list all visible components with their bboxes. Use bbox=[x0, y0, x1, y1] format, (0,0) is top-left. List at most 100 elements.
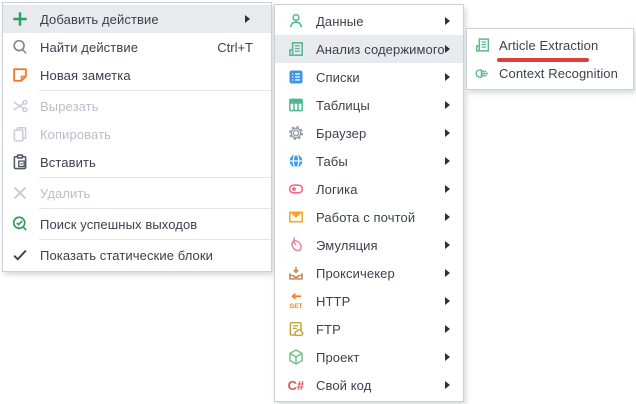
menu-item-label: Найти действие bbox=[40, 40, 138, 55]
menu-item-label: Браузер bbox=[316, 126, 366, 141]
csharp-icon: C# bbox=[287, 376, 305, 394]
menu-item-label: Эмуляция bbox=[316, 238, 378, 253]
menu-item-mail-work[interactable]: Работа с почтой bbox=[275, 203, 463, 231]
person-icon bbox=[287, 12, 305, 30]
menu-item-label: Логика bbox=[316, 182, 358, 197]
submenu-arrow-icon bbox=[445, 213, 450, 221]
tray-icon bbox=[287, 264, 305, 282]
paste-icon bbox=[11, 153, 29, 171]
search-check-icon bbox=[11, 215, 29, 233]
submenu-arrow-icon bbox=[445, 157, 450, 165]
get-arrow-icon: GET bbox=[287, 292, 305, 310]
menu-item-copy: Копировать bbox=[3, 120, 271, 148]
submenu-arrow-icon bbox=[445, 269, 450, 277]
menu-item-delete: Удалить bbox=[3, 179, 271, 207]
note-icon bbox=[11, 66, 29, 84]
menu-item-label: Копировать bbox=[40, 127, 111, 142]
mail-icon bbox=[287, 208, 305, 226]
submenu-arrow-icon bbox=[445, 381, 450, 389]
svg-text:C#: C# bbox=[288, 378, 305, 393]
menu-item-project[interactable]: Проект bbox=[275, 343, 463, 371]
submenu-arrow-icon bbox=[445, 353, 450, 361]
menu-item-add-action[interactable]: Добавить действие bbox=[3, 5, 271, 33]
menu-item-new-note[interactable]: Новая заметка bbox=[3, 61, 271, 89]
submenu-arrow-icon bbox=[445, 101, 450, 109]
menu-item-ftp[interactable]: FTP bbox=[275, 315, 463, 343]
svg-text:GET: GET bbox=[290, 303, 303, 310]
submenu-arrow-icon bbox=[445, 129, 450, 137]
menu-item-label: Свой код bbox=[316, 378, 371, 393]
menu-item-label: Проект bbox=[316, 350, 359, 365]
menu-item-tabs[interactable]: Табы bbox=[275, 147, 463, 175]
menu-item-lists[interactable]: Списки bbox=[275, 63, 463, 91]
menu-item-browser[interactable]: Браузер bbox=[275, 119, 463, 147]
menu-item-label: Таблицы bbox=[316, 98, 370, 113]
menu-item-label: Article Extraction bbox=[499, 38, 598, 53]
menu-item-find-success-exits[interactable]: Поиск успешных выходов bbox=[3, 210, 271, 238]
menu-item-label: Добавить действие bbox=[40, 12, 159, 27]
menu-item-label: Вырезать bbox=[40, 99, 99, 114]
content-analysis-submenu: Article Extraction Context Recognition bbox=[466, 28, 634, 90]
submenu-arrow-icon bbox=[445, 73, 450, 81]
doc-lines-icon bbox=[287, 40, 305, 58]
menu-item-label: HTTP bbox=[316, 294, 350, 309]
menu-item-logic[interactable]: Логика bbox=[275, 175, 463, 203]
cube-icon bbox=[287, 348, 305, 366]
shortcut-label: Ctrl+T bbox=[217, 40, 253, 55]
menu-item-content-analysis[interactable]: Анализ содержимого bbox=[275, 35, 463, 63]
submenu-arrow-icon bbox=[245, 15, 250, 23]
plug-icon bbox=[474, 65, 491, 82]
menu-item-label: Табы bbox=[316, 154, 348, 169]
copy-icon bbox=[11, 125, 29, 143]
menu-item-label: Context Recognition bbox=[499, 66, 618, 81]
menu-item-label: Новая заметка bbox=[40, 68, 131, 83]
menu-item-label: Удалить bbox=[40, 186, 90, 201]
menu-item-label: Вставить bbox=[40, 155, 96, 170]
menu-item-own-code[interactable]: C# Свой код bbox=[275, 371, 463, 399]
menu-item-tables[interactable]: Таблицы bbox=[275, 91, 463, 119]
submenu-arrow-icon bbox=[445, 17, 450, 25]
menu-item-article-extraction[interactable]: Article Extraction bbox=[467, 31, 633, 59]
doc-cloud-icon bbox=[287, 320, 305, 338]
menu-item-data[interactable]: Данные bbox=[275, 7, 463, 35]
check-icon bbox=[11, 246, 29, 264]
submenu-arrow-icon bbox=[445, 325, 450, 333]
table-icon bbox=[287, 96, 305, 114]
menu-item-label: Поиск успешных выходов bbox=[40, 217, 197, 232]
add-action-submenu: Данные Анализ содержимого Списки Таблицы Бра… bbox=[274, 4, 464, 402]
menu-item-show-static-blocks[interactable]: Показать статические блоки bbox=[3, 241, 271, 269]
menu-separator bbox=[39, 208, 271, 209]
submenu-arrow-icon bbox=[445, 241, 450, 249]
menu-item-label: Анализ содержимого bbox=[316, 42, 445, 57]
menu-item-label: Показать статические блоки bbox=[40, 248, 213, 263]
menu-separator bbox=[39, 90, 271, 91]
submenu-arrow-icon bbox=[445, 297, 450, 305]
search-icon bbox=[11, 38, 29, 56]
menu-separator bbox=[39, 177, 271, 178]
menu-item-cut: Вырезать bbox=[3, 92, 271, 120]
mouse-icon bbox=[287, 236, 305, 254]
doc-lines-icon bbox=[474, 37, 491, 54]
context-menu: Добавить действие Найти действие Ctrl+T Нов… bbox=[2, 2, 272, 272]
scissors-icon bbox=[11, 97, 29, 115]
menu-item-label: FTP bbox=[316, 322, 341, 337]
menu-item-label: Работа с почтой bbox=[316, 210, 415, 225]
submenu-arrow-icon bbox=[445, 185, 450, 193]
menu-item-label: Проксичекер bbox=[316, 266, 395, 281]
menu-item-context-recognition[interactable]: Context Recognition bbox=[467, 59, 633, 87]
menu-item-paste[interactable]: Вставить bbox=[3, 148, 271, 176]
list-icon bbox=[287, 68, 305, 86]
plus-icon bbox=[11, 10, 29, 28]
submenu-arrow-icon bbox=[445, 45, 450, 53]
menu-item-emulation[interactable]: Эмуляция bbox=[275, 231, 463, 259]
menu-item-http[interactable]: GET HTTP bbox=[275, 287, 463, 315]
gear-icon bbox=[287, 124, 305, 142]
menu-separator bbox=[39, 239, 271, 240]
menu-item-label: Списки bbox=[316, 70, 360, 85]
menu-item-proxy-checker[interactable]: Проксичекер bbox=[275, 259, 463, 287]
toggle-icon bbox=[287, 180, 305, 198]
x-icon bbox=[11, 184, 29, 202]
menu-item-find-action[interactable]: Найти действие Ctrl+T bbox=[3, 33, 271, 61]
menu-item-label: Данные bbox=[316, 14, 364, 29]
globe-icon bbox=[287, 152, 305, 170]
